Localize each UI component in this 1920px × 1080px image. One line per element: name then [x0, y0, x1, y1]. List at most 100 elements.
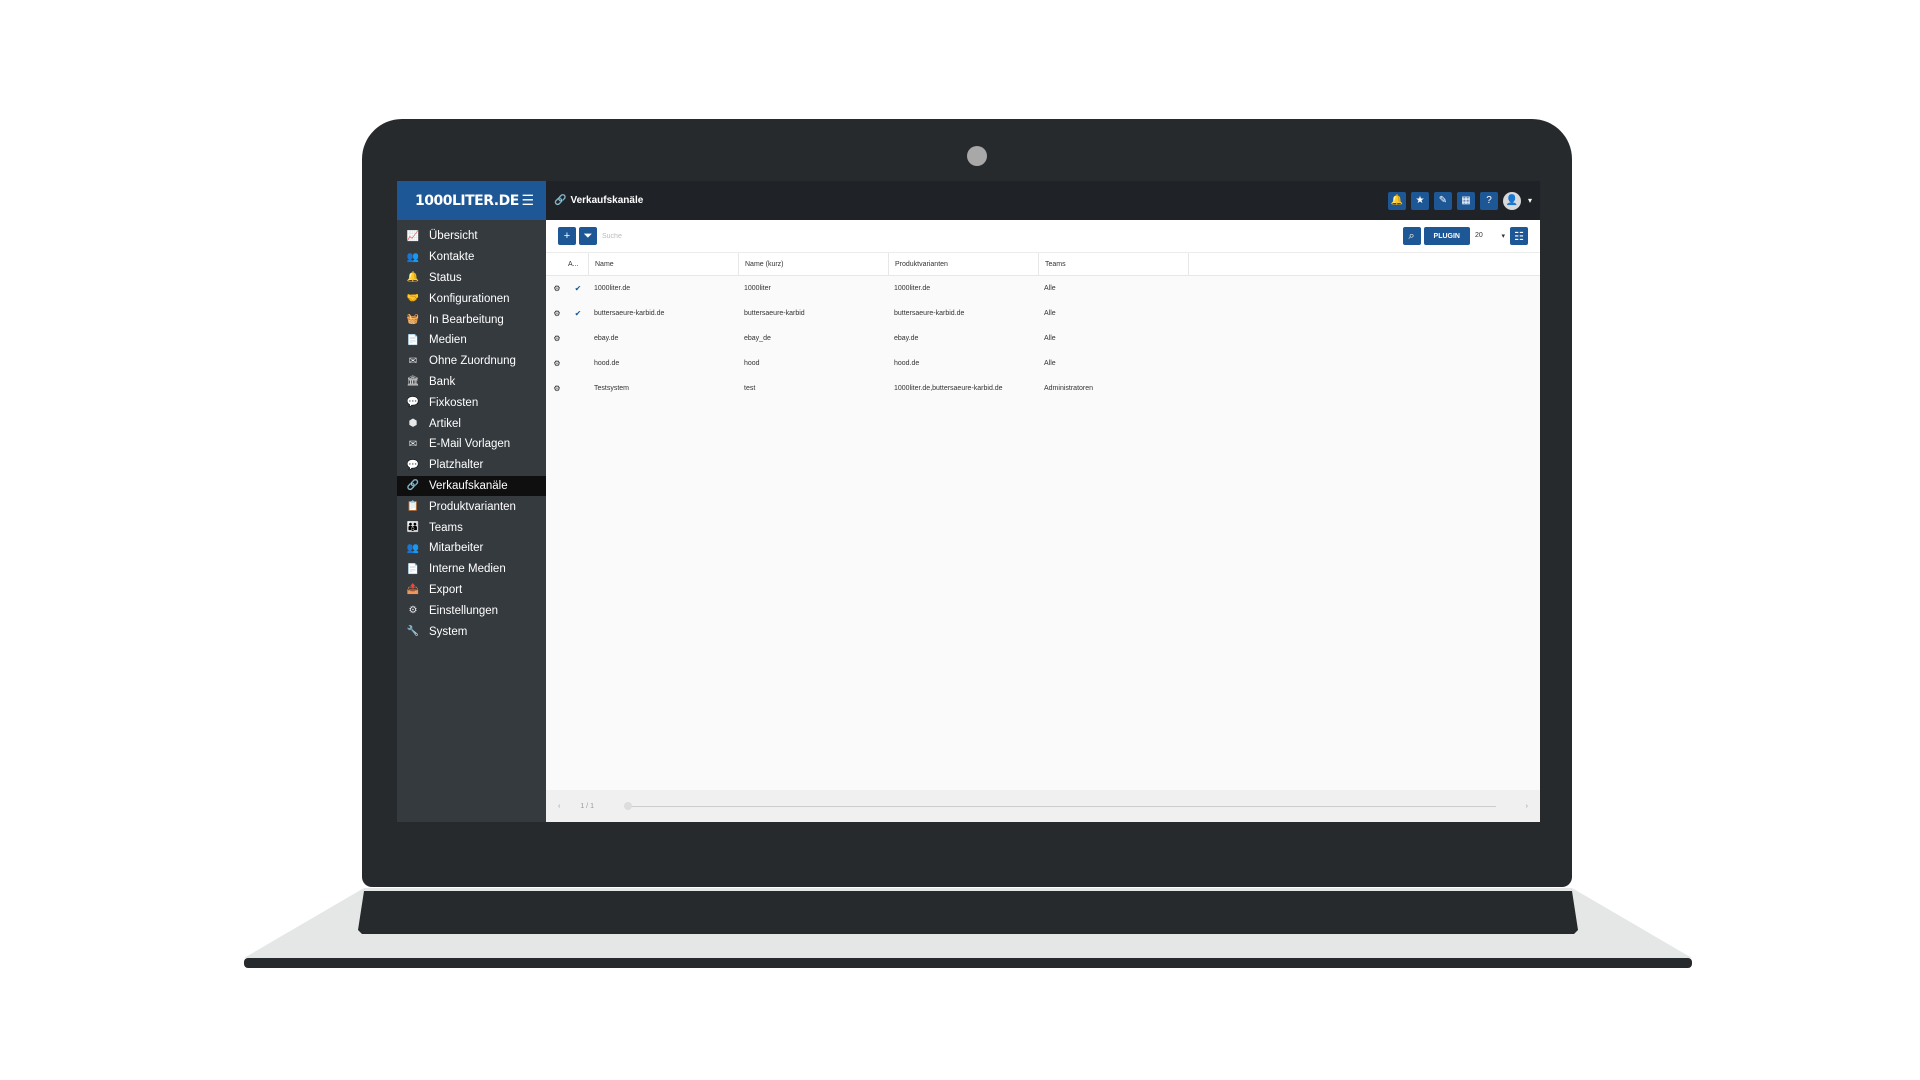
edit-note-icon[interactable]: ✎: [1433, 191, 1452, 210]
envelope-icon: ✉: [408, 438, 418, 450]
add-button[interactable]: +: [558, 227, 576, 245]
table-body: ⚙ ✔ 1000liter.de 1000liter 1000liter.de Alle ⚙…: [546, 276, 1540, 401]
user-avatar[interactable]: 👤: [1502, 191, 1521, 210]
pagination-bar: ‹ 1 / 1 ›: [546, 790, 1540, 822]
sidebar-item-verkaufskanäle[interactable]: 🔗 Verkaufskanäle: [397, 475, 546, 497]
sidebar-item-label: Export: [429, 583, 463, 596]
top-actions: 🔔 ★ ✎ ▦ ? 👤 ▾: [1387, 191, 1532, 210]
sidebar-item-medien[interactable]: 📄 Medien: [397, 330, 546, 351]
row-settings-gear-icon[interactable]: ⚙: [553, 284, 560, 293]
sidebar-item-mitarbeiter[interactable]: 👥 Mitarbeiter: [397, 538, 546, 559]
cell-teams: Alle: [1044, 285, 1056, 292]
chart-line-icon: 📈: [406, 230, 420, 242]
row-settings-gear-icon[interactable]: ⚙: [553, 309, 560, 318]
header-gear-col: [546, 253, 568, 275]
sidebar-item-label: Teams: [429, 521, 463, 534]
sidebar-item-label: System: [429, 625, 468, 638]
chevron-left-icon[interactable]: ‹: [558, 803, 560, 810]
search-input[interactable]: [600, 231, 724, 241]
table-row[interactable]: ⚙ hood.de hood hood.de Alle: [546, 351, 1540, 376]
cell-short-name: buttersaeure-karbid: [744, 310, 805, 317]
sidebar-item-label: Interne Medien: [429, 563, 506, 576]
plugin-button[interactable]: PLUGIN: [1423, 227, 1470, 245]
page-title-text: Verkaufskanäle: [570, 195, 644, 206]
table-row[interactable]: ⚙ ✔ 1000liter.de 1000liter 1000liter.de Alle: [546, 276, 1540, 301]
sidebar-item-ohne-zuordnung[interactable]: ✉ Ohne Zuordnung: [397, 351, 546, 372]
page-size-select[interactable]: 20 ▾: [1473, 232, 1507, 240]
sidebar-item-system[interactable]: 🔧 System: [397, 621, 546, 642]
sidebar-item-status[interactable]: 🔔 Status: [397, 268, 546, 289]
sidebar-item-export[interactable]: 📤 Export: [397, 580, 546, 601]
sidebar-item-fixkosten[interactable]: 💬 Fixkosten: [397, 392, 546, 413]
sidebar-item-kontakte[interactable]: 👥 Kontakte: [397, 247, 546, 268]
sidebar-item-label: Einstellungen: [429, 604, 499, 617]
sidebar-item-produktvarianten[interactable]: 📋 Produktvarianten: [397, 496, 546, 517]
header-name[interactable]: Name: [589, 253, 739, 275]
brand-logo[interactable]: 1000LITER.DE: [415, 193, 519, 209]
sidebar-item-konfigurationen[interactable]: 🤝 Konfigurationen: [397, 288, 546, 309]
cell-product-variants: hood.de: [894, 360, 920, 367]
bank-icon: 🏛: [406, 376, 420, 388]
sidebar-item-bank[interactable]: 🏛 Bank: [397, 372, 546, 393]
camera: [967, 146, 987, 166]
sidebar-item-teams[interactable]: 👪 Teams: [397, 517, 546, 538]
cell-name: hood.de: [594, 360, 620, 367]
search-icon[interactable]: ⌕: [1402, 227, 1421, 245]
header-teams[interactable]: Teams: [1039, 253, 1189, 275]
chevron-down-icon[interactable]: ▾: [1528, 196, 1532, 205]
sidebar-item-interne-medien[interactable]: 📄 Interne Medien: [397, 559, 546, 580]
cell-short-name: 1000liter: [744, 285, 771, 292]
chevron-down-icon: ▾: [1501, 233, 1505, 240]
sidebar-item-label: Medien: [429, 334, 467, 347]
check-icon: ✔: [574, 309, 582, 318]
header-product-variants[interactable]: Produktvarianten: [889, 253, 1039, 275]
calendar-icon[interactable]: ▦: [1456, 191, 1475, 210]
main-area: 🔗 Verkaufskanäle 🔔 ★ ✎ ▦ ? 👤 ▾ + ⏷ ⌕ PLU…: [546, 181, 1540, 822]
table-row[interactable]: ⚙ ✔ buttersaeure-karbid.de buttersaeure-kar…: [546, 301, 1540, 326]
file-icon: 📄: [406, 334, 420, 346]
bell-icon: 🔔: [406, 272, 420, 284]
favorites-star-icon[interactable]: ★: [1410, 191, 1429, 210]
comment-alt-icon: 💬: [406, 459, 420, 471]
cell-name: buttersaeure-karbid.de: [594, 310, 665, 317]
hamburger-menu-icon[interactable]: ☰: [521, 192, 534, 209]
envelope-icon: ✉: [408, 355, 418, 367]
header-active[interactable]: A...: [568, 253, 589, 275]
laptop-base: [244, 888, 1692, 968]
table-row[interactable]: ⚙ ebay.de ebay_de ebay.de Alle: [546, 326, 1540, 351]
right-tools: ⌕ PLUGIN 20 ▾ ☷: [1402, 227, 1528, 245]
cell-teams: Alle: [1044, 360, 1056, 367]
notifications-bell-icon[interactable]: 🔔: [1387, 191, 1406, 210]
row-settings-gear-icon[interactable]: ⚙: [553, 334, 560, 343]
help-icon[interactable]: ?: [1479, 191, 1498, 210]
sidebar-item-label: Fixkosten: [429, 396, 479, 409]
cube-icon: ⬢: [408, 418, 418, 430]
filter-icon[interactable]: ⏷: [579, 227, 597, 245]
column-settings-icon[interactable]: ☷: [1510, 227, 1528, 245]
row-settings-gear-icon[interactable]: ⚙: [553, 384, 560, 393]
sidebar: 1000LITER.DE ☰ 📈 Übersicht 👥 Kontakte 🔔 Statu…: [397, 181, 546, 822]
cell-name: 1000liter.de: [594, 285, 631, 292]
slider-handle[interactable]: [623, 801, 632, 810]
sidebar-item-artikel[interactable]: ⬢ Artikel: [397, 413, 546, 434]
sidebar-item-label: Kontakte: [429, 251, 475, 264]
cell-short-name: hood: [744, 360, 760, 367]
sidebar-item-in-bearbeitung[interactable]: 🧺 In Bearbeitung: [397, 309, 546, 330]
page-slider[interactable]: [623, 801, 1496, 810]
row-settings-gear-icon[interactable]: ⚙: [553, 359, 560, 368]
sidebar-item-label: Übersicht: [429, 230, 478, 243]
page-size-value: 20: [1475, 232, 1483, 239]
table-row[interactable]: ⚙ Testsystem test 1000liter.de,buttersaeure…: [546, 376, 1540, 401]
sidebar-item-label: Verkaufskanäle: [429, 479, 508, 492]
sidebar-item-platzhalter[interactable]: 💬 Platzhalter: [397, 455, 546, 476]
page-indicator: 1 / 1: [580, 802, 594, 810]
team-icon: 👪: [406, 522, 420, 534]
sidebar-item-e-mail-vorlagen[interactable]: ✉ E-Mail Vorlagen: [397, 434, 546, 455]
header-short-name[interactable]: Name (kurz): [739, 253, 889, 275]
chevron-right-icon[interactable]: ›: [1526, 803, 1528, 810]
clipboard-icon: 📋: [406, 501, 420, 513]
handshake-icon: 🤝: [406, 293, 420, 305]
sidebar-item-einstellungen[interactable]: ⚙ Einstellungen: [397, 600, 546, 621]
sidebar-item-übersicht[interactable]: 📈 Übersicht: [397, 226, 546, 247]
comment-dollar-icon: 💬: [406, 397, 420, 409]
